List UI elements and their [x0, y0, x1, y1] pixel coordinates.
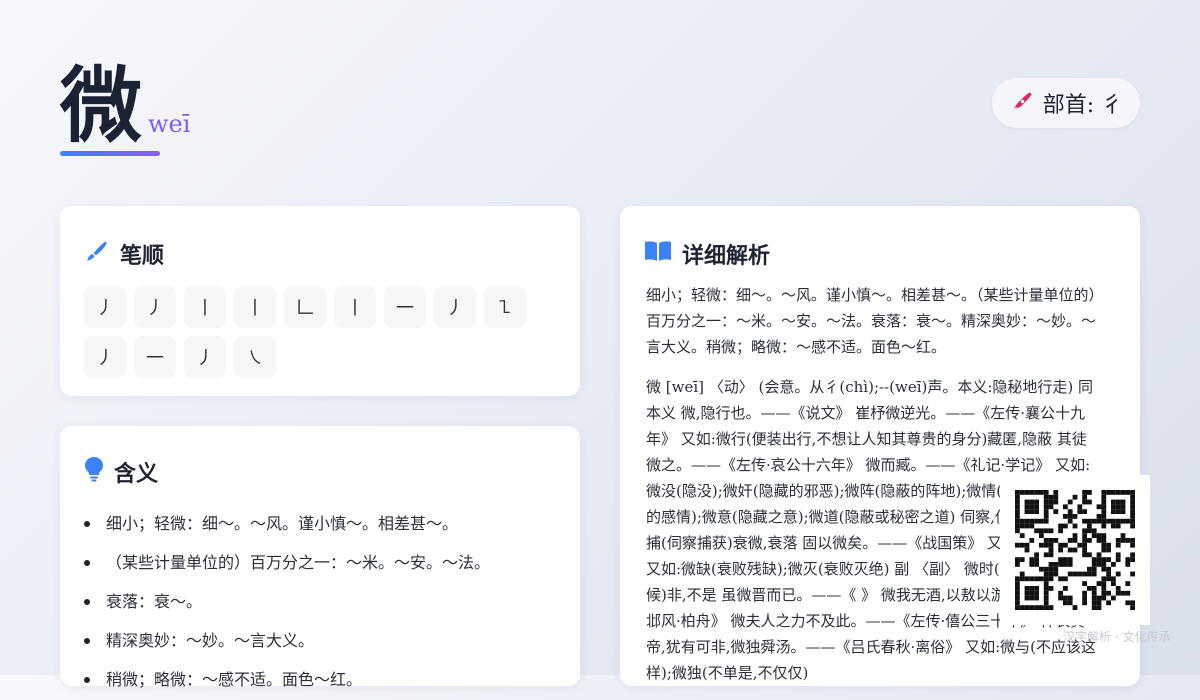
stroke-tile: 丿: [134, 286, 176, 328]
brush-icon: [84, 238, 110, 270]
meaning-item: 精深奥妙：～妙。～言大义。: [84, 621, 490, 660]
meaning-heading: 含义: [84, 456, 158, 488]
detail-title: 详细解析: [682, 243, 771, 269]
open-book-icon: [644, 239, 672, 269]
stroke-list: 丿 丿 丨 丨 𠃊 丨 一 丿 ㇅ 丿 一 丿 ㇏: [84, 286, 554, 378]
stroke-tile: 丿: [434, 286, 476, 328]
meaning-card: 含义 细小；轻微：细～。～风。谨小慎～。相差甚～。 （某些计量单位的）百万分之一…: [60, 426, 580, 689]
stroke-tile: 丿: [84, 336, 126, 378]
detail-summary: 细小；轻微：细～。～风。谨小慎～。相差甚～。（某些计量单位的）百万分之一：～米。…: [646, 286, 1097, 356]
main-character: 微: [60, 58, 143, 154]
meaning-title: 含义: [114, 461, 159, 487]
stroke-order-heading: 笔顺: [84, 238, 164, 270]
stroke-tile: ㇅: [484, 286, 526, 328]
fountain-pen-icon: [1009, 88, 1035, 118]
radical-badge: 部首: 彳: [992, 78, 1140, 128]
lightbulb-icon: [84, 456, 104, 488]
stroke-tile: 丿: [84, 286, 126, 328]
detail-heading: 详细解析: [644, 238, 770, 270]
meaning-item: 衰落：衰～。: [84, 582, 490, 621]
meaning-item: 稍微；略微：～感不适。面色～红。: [84, 660, 490, 699]
stroke-tile: ㇏: [234, 336, 276, 378]
stroke-tile: 丿: [184, 336, 226, 378]
meaning-item: 细小；轻微：细～。～风。谨小慎～。相差甚～。: [84, 504, 490, 543]
pinyin-label: weī: [148, 110, 191, 138]
stroke-order-title: 笔顺: [120, 243, 165, 269]
stroke-tile: 𠃊: [284, 286, 326, 328]
stroke-tile: 一: [134, 336, 176, 378]
title-underline: [60, 151, 160, 156]
stroke-tile: 丨: [184, 286, 226, 328]
stroke-tile: 丨: [334, 286, 376, 328]
watermark-text: 汉字解析 · 文化传承: [1063, 630, 1171, 644]
stroke-tile: 一: [384, 286, 426, 328]
stroke-order-card: 笔顺 丿 丿 丨 丨 𠃊 丨 一 丿 ㇅ 丿 一 丿 ㇏: [60, 206, 580, 396]
qr-code: [1000, 475, 1150, 625]
character-header: 微 weī: [60, 58, 190, 156]
radical-label: 部首: 彳: [1042, 93, 1124, 118]
meaning-list: 细小；轻微：细～。～风。谨小慎～。相差甚～。 （某些计量单位的）百万分之一：～米…: [84, 504, 490, 699]
meaning-item: （某些计量单位的）百万分之一：～米。～安。～法。: [84, 543, 490, 582]
stroke-tile: 丨: [234, 286, 276, 328]
